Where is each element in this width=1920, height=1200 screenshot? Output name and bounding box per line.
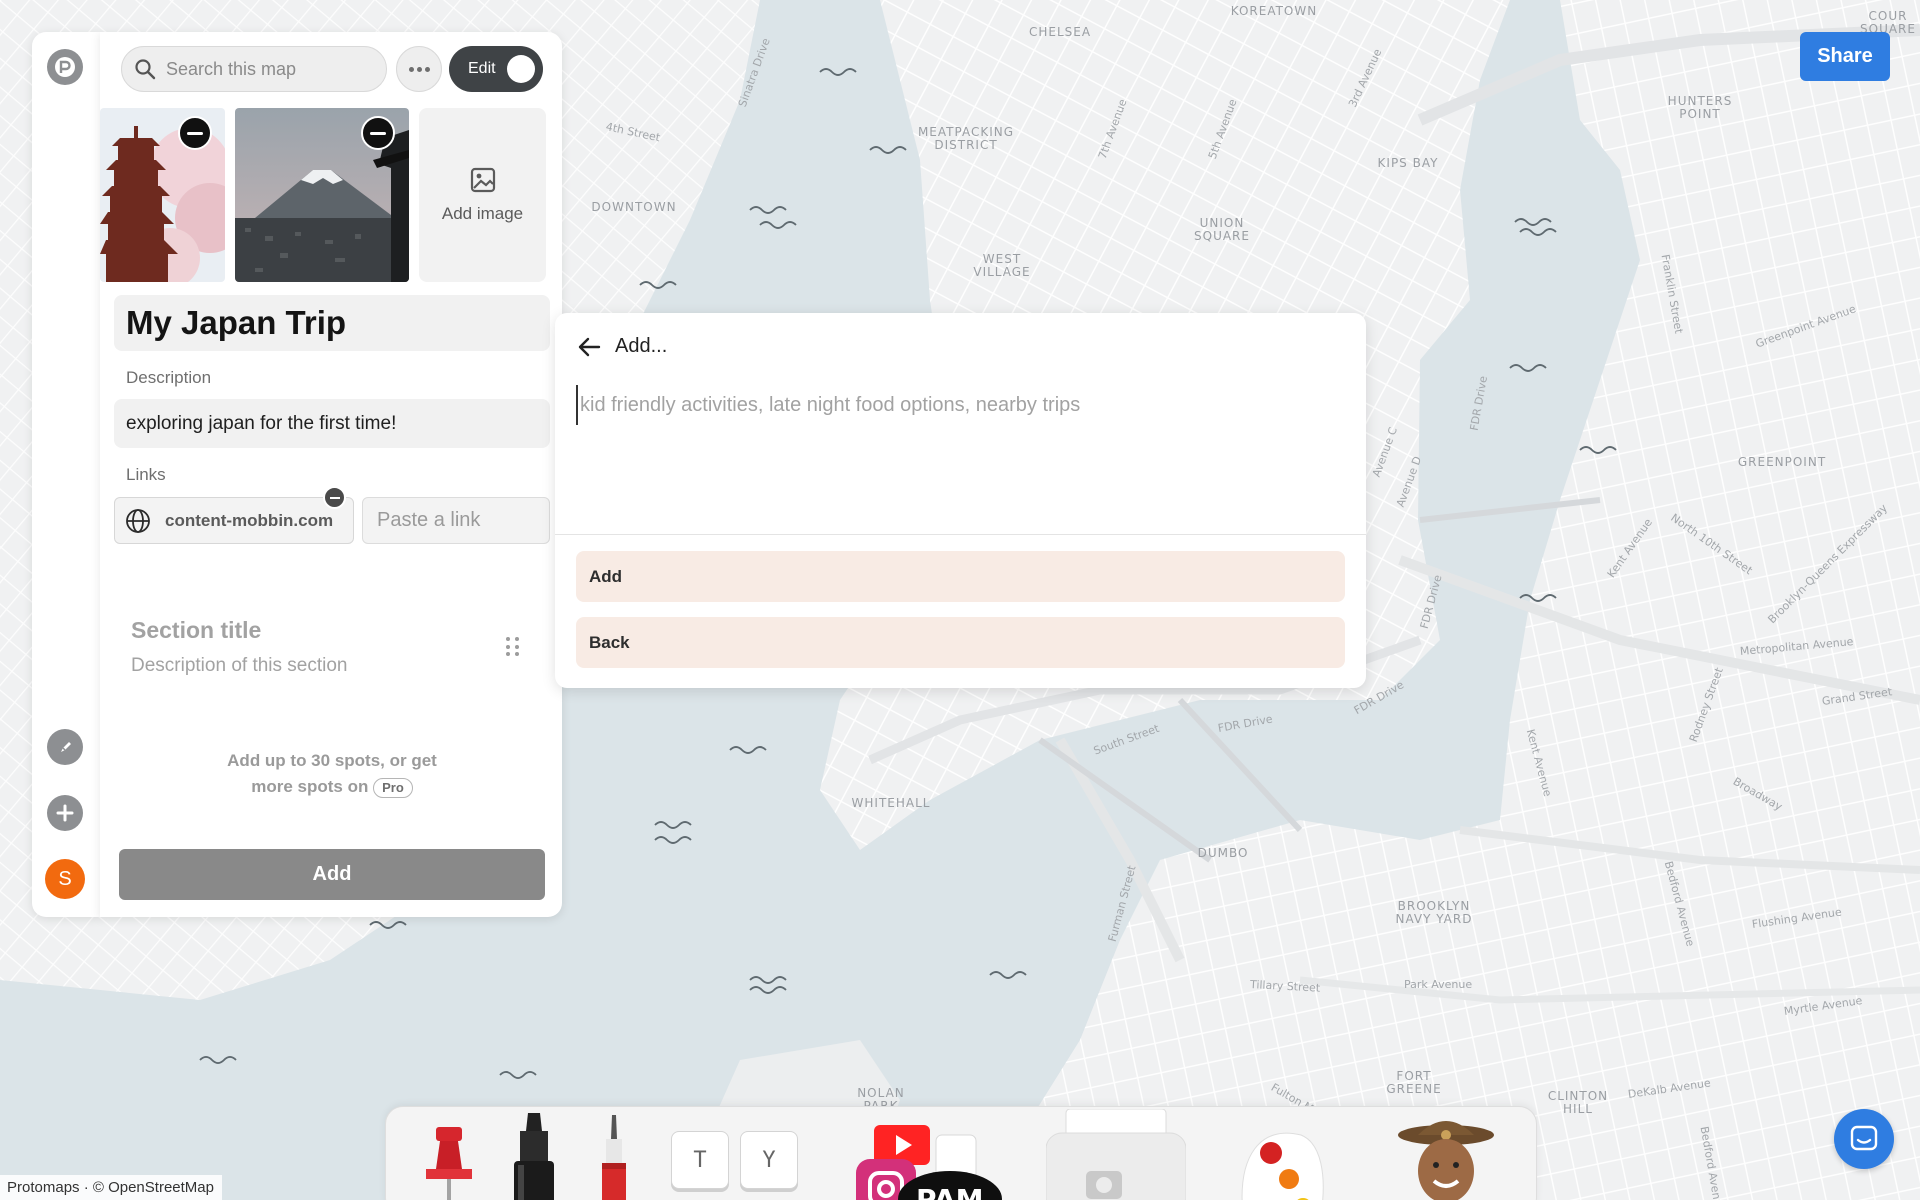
toggle-knob xyxy=(507,55,535,83)
spots-note-line2-wrap: more spots on Pro xyxy=(160,774,504,800)
popover-back-option[interactable]: Back xyxy=(576,617,1345,668)
logo-button[interactable] xyxy=(47,49,83,85)
chat-bubble-icon xyxy=(1850,1125,1878,1151)
map-street-label: Park Avenue xyxy=(1404,978,1473,991)
pen-tool-icon[interactable] xyxy=(584,1115,644,1200)
svg-text:PAM: PAM xyxy=(916,1183,983,1200)
map-neighborhood-label: CLINTON HILL xyxy=(1547,1089,1609,1116)
plus-icon xyxy=(56,804,74,822)
pro-badge[interactable]: Pro xyxy=(373,777,413,798)
remove-link-button[interactable] xyxy=(323,486,346,509)
add-image-label: Add image xyxy=(441,204,524,223)
explore-button[interactable] xyxy=(47,729,83,765)
dot xyxy=(506,652,510,657)
links-label: Links xyxy=(126,465,166,484)
spots-note-line2: more spots on xyxy=(251,777,369,796)
map-neighborhood-label: FORT GREENE xyxy=(1386,1069,1442,1096)
map-neighborhood-label: DUMBO xyxy=(1197,846,1249,860)
map-neighborhood-label: HUNTERS POINT xyxy=(1667,94,1733,121)
map-neighborhood-label: BROOKLYN NAVY YARD xyxy=(1395,899,1473,926)
map-editor-panel: Edit xyxy=(100,32,562,917)
link-chip-label: content-mobbin.com xyxy=(165,510,334,530)
map-title-text: My Japan Trip xyxy=(126,304,347,341)
spots-limit-note: Add up to 30 spots, or get more spots on… xyxy=(160,748,504,800)
color-palette-icon[interactable] xyxy=(1231,1115,1331,1200)
section-description-field[interactable]: Description of this section xyxy=(131,655,348,677)
add-popover: Add... Add Back xyxy=(555,313,1366,688)
divider xyxy=(555,534,1366,535)
add-image-button[interactable]: Add image xyxy=(419,108,546,282)
dot xyxy=(506,644,510,649)
user-initial: S xyxy=(58,867,72,890)
search-input[interactable] xyxy=(166,58,366,80)
dot xyxy=(408,66,414,72)
new-map-button[interactable] xyxy=(47,795,83,831)
marker-tool-icon[interactable] xyxy=(498,1109,568,1200)
description-text: exploring japan for the first time! xyxy=(126,412,397,434)
social-stickers-icon[interactable]: PAM xyxy=(856,1119,1006,1200)
description-field[interactable]: exploring japan for the first time! xyxy=(114,399,550,448)
pushpin-tool-icon[interactable] xyxy=(414,1119,484,1200)
dot xyxy=(515,644,519,649)
edit-toggle-label: Edit xyxy=(468,60,496,77)
map-title-field[interactable]: My Japan Trip xyxy=(114,295,550,351)
paste-link-input[interactable] xyxy=(362,497,550,544)
map-neighborhood-label: DOWNTOWN xyxy=(591,200,677,214)
add-prompt-input[interactable] xyxy=(576,385,1336,425)
camera-tool-icon[interactable] xyxy=(1046,1109,1186,1200)
map-neighborhood-label: KOREATOWN xyxy=(1230,4,1318,18)
protomaps-logo-icon xyxy=(55,57,75,77)
share-button[interactable]: Share xyxy=(1800,32,1890,81)
popover-back-header[interactable]: Add... xyxy=(577,335,667,358)
link-chip[interactable]: content-mobbin.com xyxy=(114,486,354,544)
text-tool-key-t[interactable]: T xyxy=(671,1131,729,1189)
map-neighborhood-label: WHITEHALL xyxy=(851,796,931,810)
globe-icon xyxy=(126,508,150,533)
map-neighborhood-label: MEATPACKING DISTRICT xyxy=(917,125,1015,152)
remove-image-button[interactable] xyxy=(178,116,212,150)
user-avatar[interactable]: S xyxy=(45,859,85,899)
more-options-button[interactable] xyxy=(396,46,442,92)
popover-add-option[interactable]: Add xyxy=(576,551,1345,602)
description-label: Description xyxy=(126,368,212,387)
drag-handle-icon[interactable] xyxy=(506,637,520,657)
ranger-avatar-icon[interactable] xyxy=(1396,1115,1496,1200)
map-neighborhood-label: KIPS BAY xyxy=(1377,156,1439,170)
edit-toggle[interactable]: Edit xyxy=(449,46,543,92)
map-neighborhood-label: CHELSEA xyxy=(1028,25,1092,39)
map-neighborhood-label: UNION SQUARE xyxy=(1194,216,1250,243)
dot xyxy=(416,66,422,72)
compass-icon xyxy=(61,742,71,752)
text-tool-key-y[interactable]: Y xyxy=(740,1131,798,1189)
chat-support-button[interactable] xyxy=(1834,1109,1894,1169)
spots-note-line1: Add up to 30 spots, or get xyxy=(227,751,437,770)
remove-image-button[interactable] xyxy=(361,116,395,150)
dot xyxy=(515,637,519,641)
dot xyxy=(515,652,519,657)
add-spot-button[interactable]: Add xyxy=(119,849,545,900)
image-thumbnail-pagoda[interactable] xyxy=(100,108,225,282)
dot xyxy=(424,66,430,72)
map-attribution[interactable]: Protomaps · © OpenStreetMap xyxy=(0,1175,222,1200)
popover-title: Add... xyxy=(615,335,668,357)
left-rail: S xyxy=(32,32,100,917)
image-icon xyxy=(470,167,495,193)
arrow-left-icon xyxy=(578,337,601,356)
search-icon xyxy=(135,59,156,80)
image-thumbnail-fuji[interactable] xyxy=(235,108,409,282)
dot xyxy=(506,637,510,641)
map-neighborhood-label: GREENPOINT xyxy=(1737,455,1827,469)
sticker-toolbar: T Y PAM xyxy=(385,1106,1537,1200)
section-title-field[interactable]: Section title xyxy=(131,617,261,644)
map-neighborhood-label: WEST VILLAGE xyxy=(973,252,1031,279)
search-bar[interactable] xyxy=(121,46,387,92)
